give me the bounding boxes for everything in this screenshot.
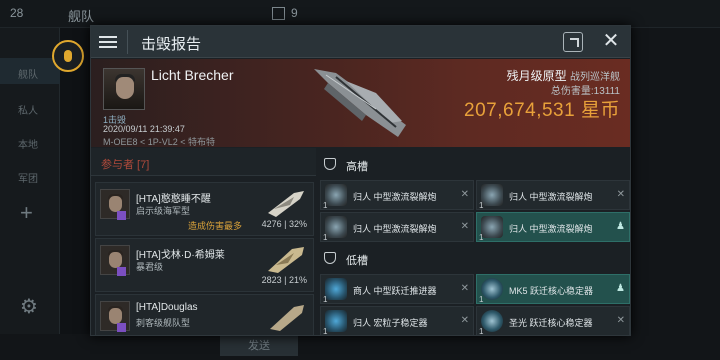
module-slot[interactable]: 1 商人 中型跃迁推进器 ✕ [320,274,474,304]
close-icon[interactable]: ✕ [600,31,622,53]
send-button[interactable]: 发送 [220,336,298,356]
sidebar-item-corp[interactable]: 军团 [18,170,38,185]
member-count: 28 [10,6,24,20]
participant-damage: 2823 | 21% [261,275,307,285]
participant-name: [HTA]憨憨睡不醒 [136,194,211,205]
turret-icon [481,216,503,238]
chat-bar: 发送 [0,334,720,360]
module-slot[interactable]: 1 归人 中型激流裂解炮 ✕ [476,180,630,210]
participant-ship: 启示级海军型 [136,206,191,216]
fitting-slots: 高槽 1 归人 中型激流裂解炮 ✕ 1 归人 中型激流裂解炮 ✕ 1 归人 中型… [318,148,630,335]
high-slot-label: 高槽 [346,161,368,173]
ship-icon [268,191,304,217]
checkbox-icon[interactable] [272,7,285,20]
person-icon: ♟ [616,283,625,294]
module-name: MK5 跃迁核心稳定器 [509,286,594,296]
close-icon: ✕ [616,189,625,200]
stabilizer-icon [325,310,347,332]
close-icon: ✕ [460,315,469,326]
victim-avatar[interactable] [103,68,145,110]
module-name: 归人 中型激流裂解炮 [509,192,593,202]
tab-fleet[interactable]: 舰队 [68,6,94,25]
module-name: 归人 中型激流裂解炮 [509,224,593,234]
gear-icon[interactable]: ⚙ [20,294,38,319]
high-slot-header: 高槽 [318,152,630,178]
thruster-icon [325,278,347,300]
close-icon: ✕ [460,221,469,232]
close-icon: ✕ [616,315,625,326]
menu-icon[interactable] [99,33,117,51]
ship-icon [268,247,304,273]
title-bar: 击毁报告 ✕ [91,26,630,58]
close-icon: ✕ [460,189,469,200]
box-count: 9 [291,6,298,20]
module-slot[interactable]: 1 归人 中型激流裂解炮 ♟ [476,212,630,242]
participant-row[interactable]: [HTA]Douglas 刺客级舰队型 [95,294,314,335]
victim-header: Licht Brecher 1击毁 2020/09/11 21:39:47 M-… [91,59,630,147]
module-slot[interactable]: 1 MK5 跃迁核心稳定器 ♟ [476,274,630,304]
sidebar-item-fleet[interactable]: 舰队 [18,66,38,81]
microphone-button[interactable] [52,40,84,72]
module-name: 圣光 跃迁核心稳定器 [509,318,593,328]
turret-icon [481,184,503,206]
shield-icon [324,158,336,170]
sidebar-item-private[interactable]: 私人 [18,102,38,117]
rank-badge-icon [117,267,126,276]
module-slot[interactable]: 1 归人 宏粒子稳定器 ✕ [320,306,474,335]
participant-name: [HTA]戈林·D·希姆莱 [136,250,225,261]
low-slot-label: 低槽 [346,255,368,267]
share-icon[interactable] [563,32,583,52]
kill-report-dialog: 击毁报告 ✕ Licht Brecher 1击毁 2020/09/11 21:3… [90,25,631,336]
module-name: 归人 宏粒子稳定器 [353,318,428,328]
rank-badge-icon [117,323,126,332]
participants-header: 参与者 [7] [91,148,316,176]
sidebar-item-local[interactable]: 本地 [18,136,38,151]
ship-image [314,69,406,137]
module-slot[interactable]: 1 圣光 跃迁核心稳定器 ✕ [476,306,630,335]
sidebar: 舰队 私人 本地 军团 + ⚙ [0,28,60,360]
participant-damage: 4276 | 32% [261,219,307,229]
module-slot[interactable]: 1 归人 中型激流裂解炮 ✕ [320,212,474,242]
participant-ship: 刺客级舰队型 [136,318,191,328]
ship-icon [270,305,304,331]
divider [127,30,128,54]
participant-row[interactable]: [HTA]戈林·D·希姆莱 暴君级 2823 | 21% [95,238,314,292]
low-slot-header: 低槽 [318,246,630,272]
isk-value: 207,674,531 星币 [464,100,620,121]
module-name: 归人 中型激流裂解炮 [353,224,437,234]
shield-icon [324,252,336,264]
right-panel [632,28,720,334]
add-icon[interactable]: + [20,200,33,226]
turret-icon [325,216,347,238]
module-slot[interactable]: 1 归人 中型激流裂解炮 ✕ [320,180,474,210]
person-icon: ♟ [616,221,625,232]
kill-date: 2020/09/11 21:39:47 [103,124,185,134]
stabilizer-icon [481,278,503,300]
top-damage-tag: 造成伤害最多 [188,221,243,231]
microphone-icon [64,50,72,62]
kill-location: M-OEE8 < 1P-VL2 < 特布特 [103,137,216,147]
participant-name: [HTA]Douglas [136,302,198,313]
module-name: 归人 中型激流裂解炮 [353,192,437,202]
turret-icon [325,184,347,206]
close-icon: ✕ [460,283,469,294]
stabilizer-icon [481,310,503,332]
participant-row[interactable]: [HTA]憨憨睡不醒 启示级海军型 造成伤害最多 4276 | 32% [95,182,314,236]
victim-name: Licht Brecher [151,67,234,83]
app-header: 28 舰队 9 [0,0,720,28]
module-name: 商人 中型跃迁推进器 [353,286,437,296]
participant-ship: 暴君级 [136,262,164,272]
participants-title: 参与者 [7] [101,159,150,171]
rank-badge-icon [117,211,126,220]
dialog-title: 击毁报告 [141,36,202,53]
